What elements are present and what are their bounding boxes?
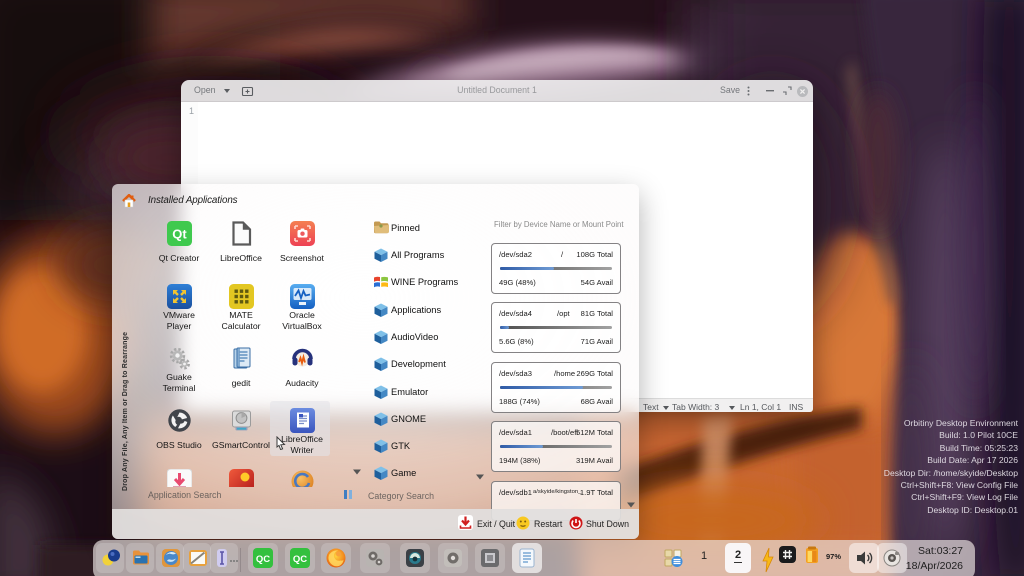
svg-text:Qt: Qt: [172, 227, 187, 242]
svg-text:QC: QC: [293, 554, 307, 565]
svg-text:QC: QC: [256, 554, 270, 565]
